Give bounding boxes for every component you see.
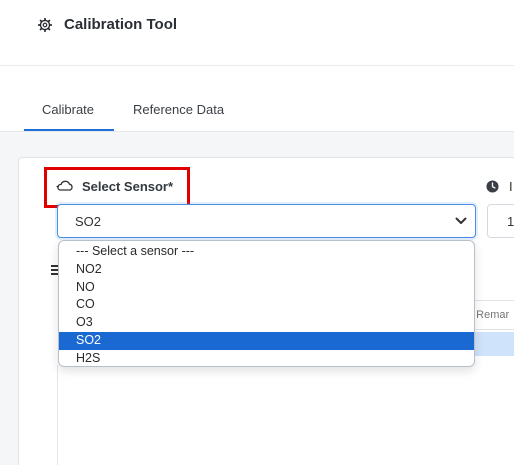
sensor-option-no2[interactable]: NO2 [59,261,474,279]
sensor-option-co[interactable]: CO [59,296,474,314]
sensor-option-no[interactable]: NO [59,279,474,297]
gear-icon [38,18,52,32]
clock-icon [486,180,499,193]
sensor-option-h2s[interactable]: H2S [59,350,474,366]
chevron-down-icon [455,217,467,224]
sensor-option-o3[interactable]: O3 [59,314,474,332]
sensor-select-value: SO2 [75,214,102,229]
highlight-box [44,167,190,208]
active-tab-indicator [24,129,114,131]
sensor-dropdown-list: --- Select a sensor --- NO2 NO CO O3 SO2… [58,240,475,367]
app-header: Calibration Tool [0,0,514,66]
tab-calibrate[interactable]: Calibrate [42,102,94,117]
table-border [57,365,58,465]
interval-label: I [509,179,513,194]
sensor-option-placeholder[interactable]: --- Select a sensor --- [59,243,474,261]
tab-reference-data[interactable]: Reference Data [133,102,224,117]
interval-input-value: 1 [507,214,514,229]
sensor-option-so2[interactable]: SO2 [59,331,474,350]
tab-bar: Calibrate Reference Data [0,66,514,132]
sensor-select[interactable]: SO2 [57,204,476,238]
interval-input[interactable]: 1 [487,204,514,238]
page-title: Calibration Tool [64,16,178,33]
